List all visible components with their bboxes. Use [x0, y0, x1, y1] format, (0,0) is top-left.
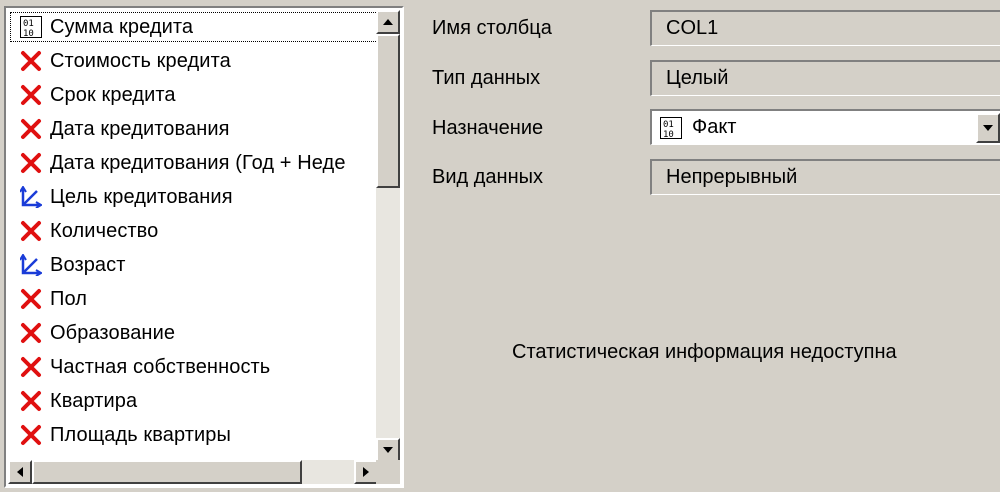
- arrow-left-icon: [17, 467, 23, 477]
- numeric-01-icon: 01 10: [658, 115, 684, 141]
- scroll-corner: [376, 460, 400, 484]
- list-item[interactable]: Срок кредита: [8, 78, 380, 112]
- blue-axis-icon: [18, 184, 44, 210]
- numeric-01-icon: 01 10: [18, 14, 44, 40]
- purpose-dropdown-button[interactable]: [976, 113, 1000, 143]
- list-item[interactable]: Цель кредитования: [8, 180, 380, 214]
- red-x-icon: [18, 354, 44, 380]
- list-item-label: Срок кредита: [50, 83, 176, 106]
- data-kind-label: Вид данных: [432, 166, 543, 188]
- list-item-label: Квартира: [50, 389, 138, 412]
- red-x-icon: [18, 388, 44, 414]
- column-name-label: Имя столбца: [432, 17, 552, 39]
- data-kind-value: Непрерывный: [666, 166, 798, 188]
- scroll-left-button[interactable]: [8, 460, 32, 484]
- red-x-icon: [18, 218, 44, 244]
- list-item[interactable]: Стоимость кредита: [8, 44, 380, 78]
- list-item-label: Частная собственность: [50, 355, 271, 378]
- list-item-label: Дата кредитования (Год + Неде: [50, 151, 346, 174]
- svg-text:10: 10: [663, 130, 674, 139]
- list-item-label: Сумма кредита: [50, 15, 194, 38]
- list-item[interactable]: Квартира: [8, 384, 380, 418]
- red-x-icon: [18, 48, 44, 74]
- column-name-field: COL1: [650, 10, 1000, 46]
- red-x-icon: [18, 116, 44, 142]
- list-item-label: Количество: [50, 219, 159, 242]
- list-item[interactable]: Пол: [8, 282, 380, 316]
- list-item[interactable]: Количество: [8, 214, 380, 248]
- list-item[interactable]: Частная собственность: [8, 350, 380, 384]
- arrow-up-icon: [383, 19, 393, 25]
- fields-listbox[interactable]: 01 10 Сумма кредита Стоимость кредита Ср…: [4, 6, 404, 488]
- list-item[interactable]: Площадь квартиры: [8, 418, 380, 452]
- data-kind-field: Непрерывный: [650, 159, 1000, 195]
- list-item-label: Площадь квартиры: [50, 423, 232, 446]
- purpose-value: Факт: [692, 116, 737, 138]
- red-x-icon: [18, 150, 44, 176]
- list-item[interactable]: 01 10 Сумма кредита: [8, 10, 380, 44]
- svg-text:01: 01: [663, 120, 674, 130]
- blue-axis-icon: [18, 252, 44, 278]
- list-item[interactable]: Возраст: [8, 248, 380, 282]
- horizontal-scrollbar[interactable]: [8, 460, 378, 484]
- red-x-icon: [18, 422, 44, 448]
- red-x-icon: [18, 82, 44, 108]
- purpose-label: Назначение: [432, 117, 544, 139]
- arrow-down-icon: [383, 447, 393, 453]
- data-type-value: Целый: [666, 67, 729, 89]
- data-type-label: Тип данных: [432, 67, 541, 89]
- list-item-label: Пол: [50, 287, 88, 310]
- scroll-up-button[interactable]: [376, 10, 400, 34]
- arrow-right-icon: [363, 467, 369, 477]
- list-item[interactable]: Дата кредитования (Год + Неде: [8, 146, 380, 180]
- list-item-label: Дата кредитования: [50, 117, 230, 140]
- column-name-value: COL1: [666, 17, 719, 39]
- fields-list[interactable]: 01 10 Сумма кредита Стоимость кредита Ср…: [8, 10, 380, 462]
- chevron-down-icon: [983, 125, 993, 131]
- svg-text:01: 01: [23, 19, 34, 29]
- list-item[interactable]: Дата кредитования: [8, 112, 380, 146]
- horizontal-scroll-thumb[interactable]: [32, 460, 302, 484]
- list-item[interactable]: Образование: [8, 316, 380, 350]
- list-item-label: Стоимость кредита: [50, 49, 231, 72]
- red-x-icon: [18, 320, 44, 346]
- list-item-label: Образование: [50, 321, 176, 344]
- list-item-label: Возраст: [50, 253, 126, 276]
- statistics-unavailable-message: Статистическая информация недоступна: [512, 341, 897, 363]
- list-item-label: Цель кредитования: [50, 185, 233, 208]
- scroll-right-button[interactable]: [354, 460, 378, 484]
- red-x-icon: [18, 286, 44, 312]
- data-type-field: Целый: [650, 60, 1000, 96]
- svg-text:10: 10: [23, 29, 34, 38]
- vertical-scrollbar[interactable]: [376, 10, 400, 462]
- scroll-down-button[interactable]: [376, 438, 400, 462]
- purpose-dropdown[interactable]: 01 10 Факт: [650, 109, 1000, 145]
- vertical-scroll-thumb[interactable]: [376, 34, 400, 188]
